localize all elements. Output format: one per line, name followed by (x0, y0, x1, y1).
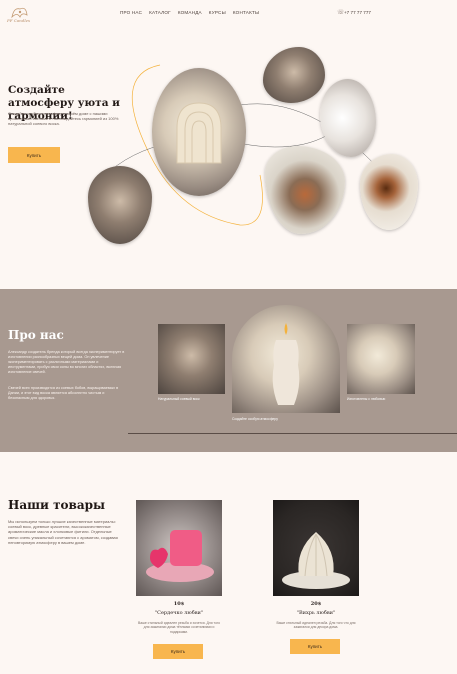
product-price-2: 20$ (310, 601, 322, 607)
nav-item-courses[interactable]: КУРСЫ (209, 10, 226, 15)
product-buy-button-1[interactable]: Купить (153, 644, 203, 659)
product-desc-2: Ваше стильный идеален резьба. Для того ч… (276, 621, 356, 630)
hero-photo-small-candle (88, 166, 152, 244)
about-photo-2 (232, 305, 340, 413)
logo-text: PF Candles (7, 18, 31, 23)
hero-photo-arch-candle (152, 68, 246, 196)
product-name-1: "Сердечко любви" (154, 610, 204, 616)
about-caption-1: Натуральный соевый воск (158, 397, 200, 401)
nav-item-team[interactable]: КОМАНДА (178, 10, 202, 15)
main-nav: ПРО НАС КАТАЛОГ КОМАНДА КУРСЫ КОНТАКТЫ (120, 10, 259, 15)
about-text-1: Александр создатель бренда который всегд… (8, 350, 125, 374)
product-photo-swirl[interactable] (273, 500, 359, 596)
about-caption-2: Создайте особую атмосферу (232, 417, 278, 421)
product-price-1: 10$ (173, 601, 185, 607)
about-photo-1 (158, 324, 225, 394)
product-desc-1: Ваше стильный идеален резьба и хочется. … (137, 621, 221, 634)
nav-item-about[interactable]: ПРО НАС (120, 10, 142, 15)
about-text-2: Свечей всех производятся из соевых бобов… (8, 386, 119, 400)
phone-number[interactable]: +7 77 77 777 (344, 10, 371, 15)
product-buy-button-2[interactable]: Купить (290, 639, 340, 654)
about-title: Про нас (8, 328, 64, 342)
products-text: Мы используем только лучшие качественные… (8, 519, 118, 545)
about-caption-3: Изготовлены с любовью (347, 397, 386, 401)
product-photo-heart[interactable] (136, 500, 222, 596)
nav-item-catalog[interactable]: КАТАЛОГ (149, 10, 171, 15)
product-name-2: "Вихрь любви" (296, 610, 336, 616)
hero-buy-button[interactable]: Купить (8, 147, 60, 163)
about-photo-3 (347, 324, 415, 394)
nav-item-contacts[interactable]: КОНТАКТЫ (233, 10, 259, 15)
products-title: Наши товары (8, 498, 106, 512)
about-divider (128, 433, 457, 434)
